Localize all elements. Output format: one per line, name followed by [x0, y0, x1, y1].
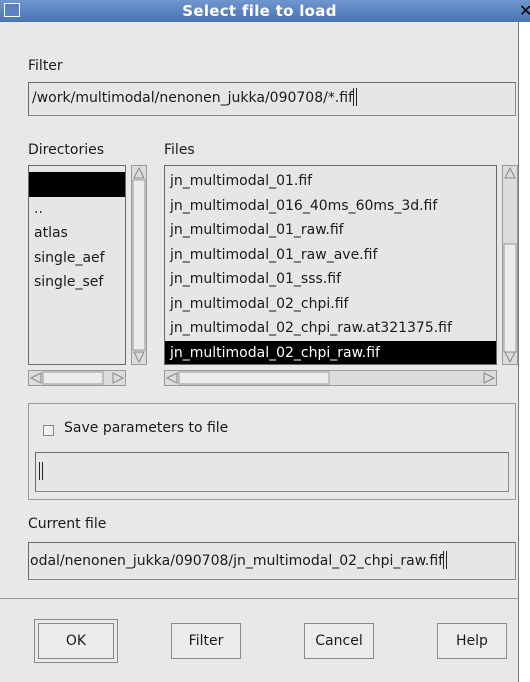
- directories-hscrollbar[interactable]: [28, 370, 126, 386]
- files-label: Files: [164, 142, 195, 158]
- file-item[interactable]: jn_multimodal_02_chpi.fif: [165, 292, 496, 317]
- current-file-value: odal/nenonen_jukka/090708/jn_multimodal_…: [30, 553, 444, 569]
- separator: [0, 598, 519, 599]
- directory-item[interactable]: [29, 172, 125, 197]
- files-hscrollbar[interactable]: [164, 370, 497, 386]
- text-cursor-icon: [443, 551, 448, 569]
- filter-input[interactable]: /work/multimodal/nenonen_jukka/090708/*.…: [28, 82, 516, 116]
- ok-button[interactable]: OK: [34, 619, 118, 663]
- file-item[interactable]: jn_multimodal_01_raw.fif: [165, 218, 496, 243]
- dialog-window: Select file to load ✕ Filter /work/multi…: [0, 0, 530, 682]
- scroll-arrow-icon: [132, 166, 146, 364]
- cancel-button[interactable]: Cancel: [304, 623, 374, 659]
- file-item[interactable]: jn_multimodal_01_raw_ave.fif: [165, 243, 496, 268]
- scroll-arrow-icon: [503, 166, 517, 364]
- file-item[interactable]: jn_multimodal_01.fif: [165, 169, 496, 194]
- save-parameters-input[interactable]: [35, 452, 509, 492]
- title-bar[interactable]: Select file to load ✕: [0, 0, 530, 22]
- file-item[interactable]: jn_multimodal_016_40ms_60ms_3d.fif: [165, 194, 496, 219]
- directories-list[interactable]: .. atlas single_aef single_sef: [28, 165, 126, 365]
- scroll-arrow-icon: [29, 371, 125, 385]
- text-cursor-icon: [39, 462, 43, 480]
- directories-vscrollbar[interactable]: [131, 165, 147, 365]
- filter-button[interactable]: Filter: [171, 623, 241, 659]
- directory-item[interactable]: ..: [29, 197, 125, 222]
- scroll-arrow-icon: [165, 371, 496, 385]
- directory-item[interactable]: single_sef: [29, 270, 125, 295]
- current-file-input[interactable]: odal/nenonen_jukka/090708/jn_multimodal_…: [28, 542, 516, 580]
- filter-input-value: /work/multimodal/nenonen_jukka/090708/*.…: [32, 90, 354, 106]
- file-item[interactable]: jn_multimodal_02_chpi_raw.at321375.fif: [165, 316, 496, 341]
- file-item[interactable]: jn_multimodal_01_sss.fif: [165, 267, 496, 292]
- help-button[interactable]: Help: [437, 623, 507, 659]
- directory-item[interactable]: single_aef: [29, 246, 125, 271]
- close-icon[interactable]: ✕: [519, 3, 530, 19]
- file-item[interactable]: jn_multimodal_02_chpi_raw.fif: [165, 340, 496, 364]
- save-parameters-frame: Save parameters to file: [28, 403, 516, 500]
- files-list[interactable]: jn_multimodal_01.fif jn_multimodal_016_40…: [164, 165, 497, 365]
- filter-label: Filter: [28, 58, 63, 74]
- current-file-label: Current file: [28, 516, 107, 532]
- directory-item[interactable]: atlas: [29, 221, 125, 246]
- text-cursor-icon: [353, 88, 358, 106]
- save-parameters-checkbox[interactable]: [43, 425, 54, 436]
- files-vscrollbar[interactable]: [502, 165, 518, 365]
- save-parameters-label: Save parameters to file: [64, 420, 229, 436]
- directories-label: Directories: [28, 142, 105, 158]
- window-title: Select file to load: [182, 2, 337, 20]
